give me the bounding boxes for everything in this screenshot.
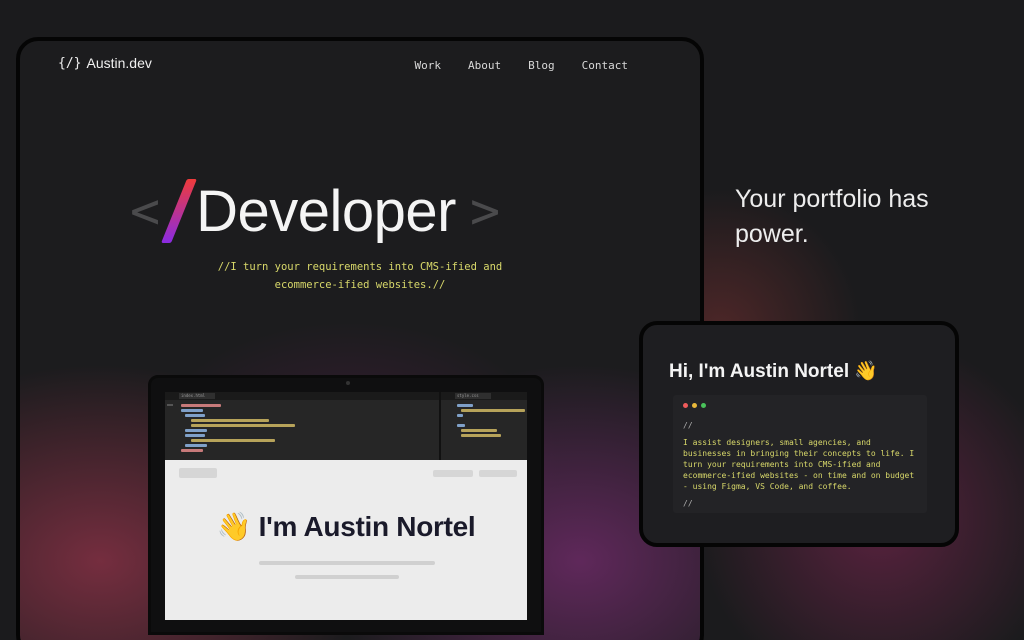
- preview-logo-placeholder: [179, 468, 217, 478]
- code-line: [185, 434, 205, 437]
- bracket-left: <: [130, 186, 160, 236]
- editor-tabbar: index.html: [165, 392, 439, 400]
- nav-link-blog[interactable]: Blog: [528, 59, 555, 72]
- hero-title: < Developer >: [130, 171, 570, 251]
- code-editor: index.html style.css: [165, 392, 527, 460]
- red-dot-icon: [683, 403, 688, 408]
- site-logo[interactable]: {/} Austin.dev: [58, 55, 152, 71]
- code-line: [185, 429, 207, 432]
- bracket-right: >: [470, 186, 500, 236]
- code-line: [457, 424, 465, 427]
- preview-nav-placeholder: [479, 470, 517, 477]
- editor-tabbar: style.css: [441, 392, 527, 400]
- laptop-screen: index.html style.css: [165, 392, 527, 620]
- intro-card: Hi, I'm Austin Nortel 👋 // I assist desi…: [639, 321, 959, 547]
- code-line: [185, 444, 207, 447]
- preview-text-placeholder: [295, 575, 399, 579]
- code-line: [181, 449, 203, 452]
- hero-subtitle: //I turn your requirements into CMS-ifie…: [140, 258, 580, 294]
- code-line: [191, 419, 269, 422]
- code-brackets-icon: {/}: [58, 56, 81, 71]
- gutter-mark: [167, 404, 173, 406]
- comment-open: //: [683, 420, 917, 431]
- code-line: [461, 409, 525, 412]
- laptop-mockup: index.html style.css: [148, 375, 544, 635]
- code-line: [181, 409, 203, 412]
- green-dot-icon: [701, 403, 706, 408]
- top-nav: {/} Austin.dev Work About Blog Contact: [20, 41, 700, 91]
- code-line: [181, 404, 221, 407]
- hero-subtitle-line-1: //I turn your requirements into CMS-ifie…: [140, 258, 580, 276]
- preview-text-placeholder: [259, 561, 435, 565]
- card-body: I assist designers, small agencies, and …: [683, 437, 917, 492]
- code-line: [191, 439, 275, 442]
- editor-pane-css: style.css: [441, 392, 527, 460]
- logo-text: Austin.dev: [86, 55, 151, 71]
- card-title: Hi, I'm Austin Nortel 👋: [669, 359, 878, 383]
- nav-link-work[interactable]: Work: [415, 59, 442, 72]
- laptop-camera: [346, 381, 350, 385]
- editor-tab-css: style.css: [455, 393, 491, 399]
- comment-close: //: [683, 498, 917, 509]
- editor-tab-html: index.html: [179, 393, 215, 399]
- slash-mark-icon: [161, 179, 197, 243]
- code-line: [191, 424, 295, 427]
- editor-pane-html: index.html: [165, 392, 441, 460]
- nav-links: Work About Blog Contact: [415, 59, 628, 72]
- preview-page: 👋 I'm Austin Nortel: [165, 460, 527, 620]
- preview-nav-placeholder: [433, 470, 473, 477]
- nav-link-contact[interactable]: Contact: [582, 59, 628, 72]
- code-line: [461, 429, 497, 432]
- preview-heading: 👋 I'm Austin Nortel: [165, 510, 527, 543]
- tagline: Your portfolio has power.: [735, 182, 975, 252]
- code-block: // I assist designers, small agencies, a…: [673, 395, 927, 513]
- code-line: [461, 434, 501, 437]
- nav-link-about[interactable]: About: [468, 59, 501, 72]
- code-line: [457, 414, 463, 417]
- code-line: [185, 414, 205, 417]
- main-device-frame: {/} Austin.dev Work About Blog Contact <…: [16, 37, 704, 640]
- code-line: [457, 404, 473, 407]
- yellow-dot-icon: [692, 403, 697, 408]
- window-dots: [683, 403, 917, 408]
- hero-subtitle-line-2: ecommerce-ified websites.//: [140, 276, 580, 294]
- hero-heading: Developer: [196, 178, 456, 245]
